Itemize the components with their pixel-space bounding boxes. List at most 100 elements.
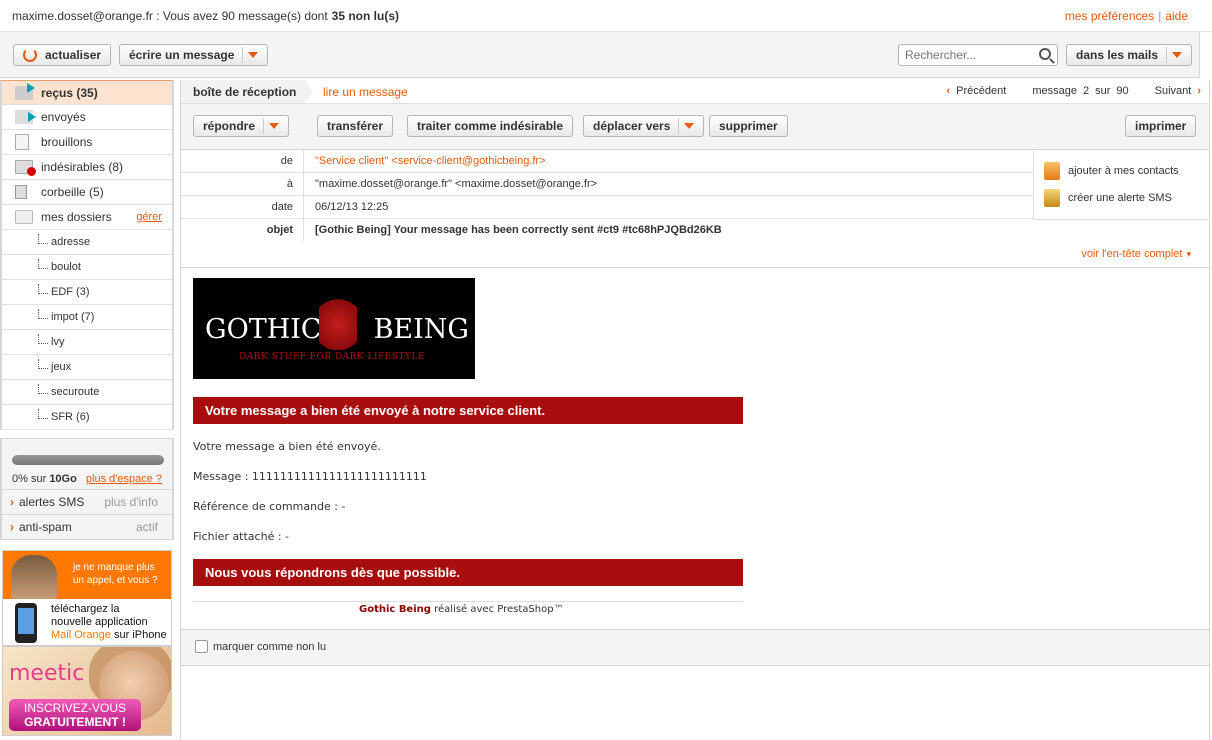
- to-label: à: [181, 173, 304, 195]
- email-footer: Gothic Being réalisé avec PrestaShop™: [359, 604, 564, 615]
- sms-alert-label: créer une alerte SMS: [1068, 192, 1172, 204]
- subfolder-edf[interactable]: EDF (3): [0, 280, 174, 305]
- tree-line-icon: [38, 259, 48, 269]
- skull-icon: [319, 294, 357, 350]
- more-space-link[interactable]: plus d'espace ?: [86, 473, 162, 485]
- subfolder-boulot[interactable]: boulot: [0, 255, 174, 280]
- compose-button[interactable]: écrire un message: [119, 44, 269, 66]
- chevron-down-icon[interactable]: [263, 118, 279, 134]
- full-header-link[interactable]: voir l'en-tête complet ▾: [1081, 248, 1191, 260]
- add-contact-icon: [1044, 162, 1060, 180]
- phone-icon: [15, 603, 37, 643]
- orange-app-ad[interactable]: je ne manque plus un appel, et vous ? té…: [2, 550, 172, 646]
- help-link[interactable]: aide: [1165, 9, 1188, 23]
- refresh-icon: [23, 48, 37, 62]
- search-icon[interactable]: [1039, 48, 1051, 60]
- manage-folders-link[interactable]: gérer: [136, 211, 162, 223]
- extra-label: alertes SMS: [19, 495, 85, 509]
- chevron-down-icon[interactable]: [242, 47, 258, 63]
- chevron-down-icon[interactable]: [678, 118, 694, 134]
- breadcrumb-inbox[interactable]: boîte de réception: [181, 80, 313, 103]
- tree-line-icon: [38, 334, 48, 344]
- ad-line3: téléchargez la: [51, 603, 120, 615]
- sidebar-item-spam[interactable]: indésirables (8): [0, 155, 174, 180]
- move-to-button[interactable]: déplacer vers: [583, 115, 705, 137]
- sidebar-item-label: brouillons: [41, 135, 93, 149]
- subfolder-label: jeux: [51, 361, 72, 373]
- mark-unread-checkbox[interactable]: [195, 640, 208, 653]
- ad-line1: je ne manque plus: [73, 562, 155, 573]
- chevron-right-icon: ›: [10, 495, 14, 509]
- delete-button[interactable]: supprimer: [709, 115, 788, 137]
- date-label: date: [181, 196, 304, 218]
- spam-icon: [15, 160, 36, 176]
- print-button[interactable]: imprimer: [1125, 115, 1197, 137]
- footer-brand[interactable]: Gothic Being: [359, 604, 431, 615]
- sms-alerts-item[interactable]: › alertes SMS plus d'info: [0, 490, 174, 515]
- quota-total: 10Go: [49, 473, 77, 485]
- preferences-link[interactable]: mes préférences: [1065, 9, 1154, 23]
- meetic-logo: meetic: [9, 661, 85, 686]
- sidebar-item-sent[interactable]: envoyés: [0, 105, 174, 130]
- signup-button[interactable]: INSCRIVEZ-VOUS GRATUITEMENT !: [9, 699, 141, 731]
- refresh-button[interactable]: actualiser: [13, 44, 112, 66]
- subfolder-securoute[interactable]: securoute: [0, 380, 174, 405]
- account-email: maxime.dosset@orange.fr: [12, 9, 153, 23]
- header-row-date: date 06/12/13 12:25: [181, 196, 1033, 219]
- banner-title-right: BEING: [373, 314, 470, 345]
- chevron-right-icon[interactable]: ›: [1197, 85, 1201, 97]
- draft-icon: [15, 134, 29, 150]
- add-contact-label: ajouter à mes contacts: [1068, 165, 1179, 177]
- ad-brand: Mail Orange: [51, 629, 111, 641]
- chevron-left-icon[interactable]: ‹: [947, 85, 951, 97]
- sidebar-item-inbox[interactable]: reçus (35): [0, 80, 174, 105]
- antispam-item[interactable]: › anti-spam actif: [0, 515, 174, 540]
- chevron-right-icon: ›: [10, 520, 14, 534]
- sidebar-item-trash[interactable]: corbeille (5): [0, 180, 174, 205]
- subfolder-jeux[interactable]: jeux: [0, 355, 174, 380]
- message-actions: répondre transférer traiter comme indési…: [181, 104, 1209, 150]
- forward-label: transférer: [327, 119, 384, 133]
- sidebar-item-label: envoyés: [41, 110, 86, 124]
- search-scope-dropdown[interactable]: dans les mails: [1066, 44, 1193, 66]
- add-contact-action[interactable]: ajouter à mes contacts: [1044, 162, 1179, 180]
- previous-link[interactable]: Précédent: [956, 85, 1006, 97]
- sms-alert-action[interactable]: créer une alerte SMS: [1044, 189, 1172, 207]
- next-link[interactable]: Suivant: [1155, 85, 1192, 97]
- forward-button[interactable]: transférer: [317, 115, 394, 137]
- message-label: message: [1032, 85, 1077, 97]
- subfolder-label: lvy: [51, 336, 65, 348]
- quota-prefix: 0% sur: [12, 473, 47, 485]
- message-body: GOTHIC BEING DARK STUFF FOR DARK LIFESTYL…: [181, 268, 1209, 630]
- tree-line-icon: [38, 284, 48, 294]
- subfolder-sfr[interactable]: SFR (6): [0, 405, 174, 430]
- subfolder-label: impot (7): [51, 311, 95, 323]
- trash-icon: [15, 185, 27, 199]
- sidebar-item-drafts[interactable]: brouillons: [0, 130, 174, 155]
- mark-unread-label[interactable]: marquer comme non lu: [213, 641, 326, 653]
- subfolder-label: adresse: [51, 236, 91, 248]
- refresh-label: actualiser: [45, 48, 102, 62]
- reply-button[interactable]: répondre: [193, 115, 290, 137]
- of-label: sur: [1095, 85, 1111, 97]
- subfolder-label: securoute: [51, 386, 100, 398]
- ad-subtext: téléchargez la nouvelle application Mail…: [51, 603, 167, 642]
- chevron-down-icon: ▾: [1186, 249, 1191, 259]
- breadcrumb-current: lire un message: [323, 85, 408, 99]
- search-input[interactable]: [899, 45, 1029, 65]
- extra-label: anti-spam: [19, 520, 72, 534]
- top-links: mes préférences | aide: [1065, 9, 1188, 23]
- from-value[interactable]: "Service client" <service-client@gothicb…: [315, 155, 546, 167]
- ad-line2: un appel, et vous ?: [73, 575, 158, 586]
- mark-spam-button[interactable]: traiter comme indésirable: [407, 115, 574, 137]
- cta-line1: INSCRIVEZ-VOUS: [23, 701, 126, 715]
- meetic-ad[interactable]: meetic INSCRIVEZ-VOUS GRATUITEMENT !: [2, 646, 172, 736]
- subfolder-adresse[interactable]: adresse: [0, 230, 174, 255]
- subfolder-lvy[interactable]: lvy: [0, 330, 174, 355]
- subfolder-impot[interactable]: impot (7): [0, 305, 174, 330]
- extra-right[interactable]: plus d'info: [104, 495, 158, 509]
- message-pane: boîte de réception lire un message ‹ Pré…: [180, 80, 1210, 740]
- sidebar-item-my-folders[interactable]: mes dossiers gérer: [0, 205, 174, 230]
- compose-label: écrire un message: [129, 48, 235, 62]
- bottom-bar: marquer comme non lu: [181, 630, 1209, 666]
